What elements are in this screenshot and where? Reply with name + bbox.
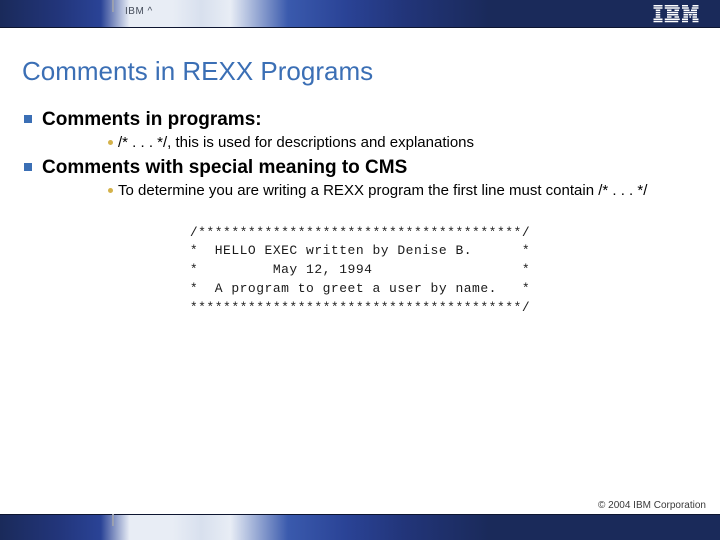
content-area: Comments in programs: /* . . . */, this … (0, 109, 720, 318)
square-bullet-icon (24, 115, 32, 123)
dot-bullet-icon (108, 140, 113, 145)
page-title: Comments in REXX Programs (0, 28, 720, 109)
footer-tick-mark (112, 514, 114, 526)
bullet-text: Comments with special meaning to CMS (42, 157, 407, 179)
header-tick-mark (112, 0, 114, 12)
bullet-item: Comments in programs: (24, 109, 696, 131)
ibm-logo-icon (652, 5, 700, 23)
code-sample: /***************************************… (190, 224, 530, 318)
footer-bar (0, 514, 720, 540)
sub-bullet-text: To determine you are writing a REXX prog… (118, 181, 667, 201)
sub-bullet-item: To determine you are writing a REXX prog… (24, 181, 696, 201)
bullet-item: Comments with special meaning to CMS (24, 157, 696, 179)
sub-bullet-item: /* . . . */, this is used for descriptio… (24, 133, 696, 153)
brand-label: IBM ^ (125, 6, 153, 17)
header-bar: IBM ^ (0, 0, 720, 28)
sub-bullet-text: /* . . . */, this is used for descriptio… (118, 133, 494, 153)
square-bullet-icon (24, 163, 32, 171)
bullet-text: Comments in programs: (42, 109, 262, 131)
copyright-text: © 2004 IBM Corporation (598, 500, 706, 511)
dot-bullet-icon (108, 188, 113, 193)
